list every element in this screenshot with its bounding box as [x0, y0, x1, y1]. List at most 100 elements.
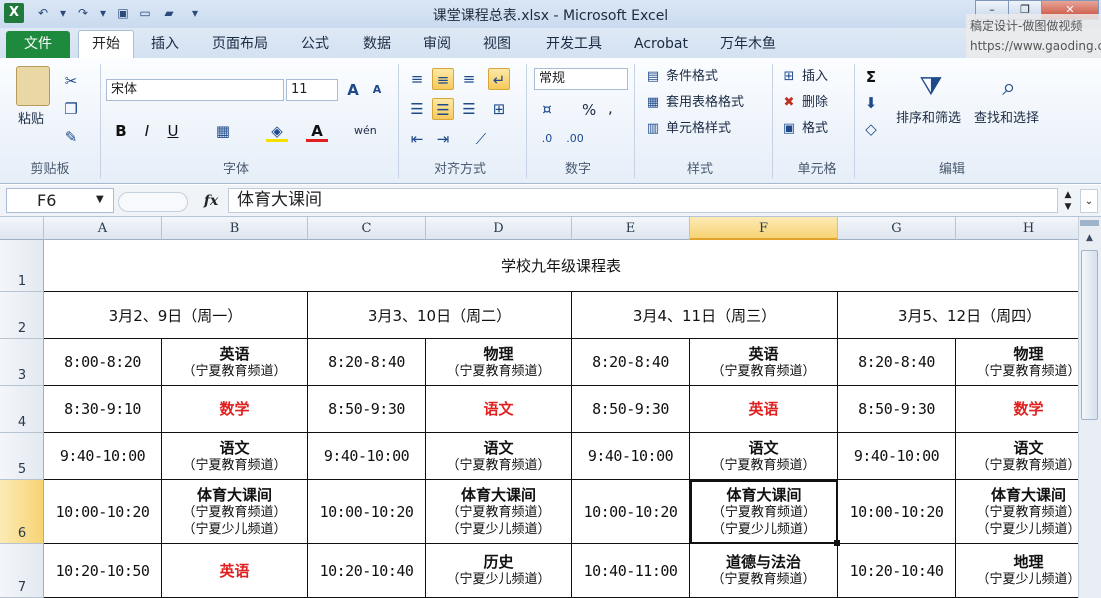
tab-acrobat[interactable]: Acrobat — [624, 31, 698, 58]
format-as-table-button[interactable]: 套用表格格式 — [666, 93, 744, 113]
clear-icon[interactable]: ◇ — [860, 118, 882, 140]
course-cell[interactable]: 体育大课间 （宁夏教育频道） （宁夏少儿频道） — [426, 480, 572, 544]
number-format-select[interactable]: 常规 — [534, 68, 628, 90]
tab-formulas[interactable]: 公式 — [290, 31, 340, 58]
table-format-icon[interactable]: ▦ — [642, 92, 664, 114]
time-cell[interactable]: 8:50-9:30 — [572, 386, 690, 433]
increase-decimal-icon[interactable]: .0 — [536, 128, 558, 150]
split-box-handle[interactable] — [1080, 220, 1099, 226]
time-cell[interactable]: 10:00-10:20 — [44, 480, 162, 544]
course-cell[interactable]: 语文 （宁夏教育频道） — [956, 433, 1078, 480]
name-box-dropdown-icon[interactable]: ▼ — [96, 194, 104, 205]
column-header-f[interactable]: F — [690, 217, 838, 240]
italic-button[interactable]: I — [136, 120, 158, 142]
format-painter-icon[interactable]: ✎ — [60, 126, 82, 148]
tab-review[interactable]: 审阅 — [412, 31, 462, 58]
find-select-icon[interactable]: ⌕ — [992, 70, 1026, 104]
find-select-button[interactable]: 查找和选择 — [974, 109, 1039, 129]
day-header-cell[interactable]: 3月2、9日（周一） — [44, 292, 308, 339]
time-cell[interactable]: 9:40-10:00 — [838, 433, 956, 480]
course-cell[interactable]: 道德与法治 （宁夏教育频道） — [690, 544, 838, 598]
course-cell[interactable]: 数学 — [162, 386, 308, 433]
time-cell[interactable]: 9:40-10:00 — [44, 433, 162, 480]
font-name-select[interactable]: 宋体 — [106, 79, 284, 101]
time-cell[interactable]: 9:40-10:00 — [572, 433, 690, 480]
column-header-d[interactable]: D — [426, 217, 572, 240]
decrease-decimal-icon[interactable]: .00 — [564, 128, 586, 150]
align-left-icon[interactable]: ☰ — [406, 98, 428, 120]
time-cell[interactable]: 8:20-8:40 — [572, 339, 690, 386]
paste-button[interactable]: 粘贴 — [18, 110, 44, 130]
currency-format-icon[interactable]: ¤ — [536, 98, 558, 120]
align-center-icon[interactable]: ☰ — [432, 98, 454, 120]
column-header-g[interactable]: G — [838, 217, 956, 240]
copy-icon[interactable]: ❐ — [60, 98, 82, 120]
fill-icon[interactable]: ⬇ — [860, 92, 882, 114]
insert-button[interactable]: 插入 — [802, 67, 828, 87]
sort-filter-icon[interactable]: ⧩ — [914, 70, 948, 104]
format-button[interactable]: 格式 — [802, 119, 828, 139]
day-header-cell[interactable]: 3月5、12日（周四） — [838, 292, 1078, 339]
cell-styles-button[interactable]: 单元格样式 — [666, 119, 731, 139]
shrink-font-icon[interactable]: A — [366, 79, 388, 101]
course-cell[interactable]: 物理 （宁夏教育频道） — [956, 339, 1078, 386]
select-all-corner[interactable] — [0, 217, 44, 240]
sort-filter-button[interactable]: 排序和筛选 — [896, 109, 961, 129]
course-cell[interactable]: 历史 （宁夏少儿频道） — [426, 544, 572, 598]
orientation-icon[interactable]: ⟋ — [470, 128, 492, 150]
time-cell[interactable]: 8:20-8:40 — [308, 339, 426, 386]
tab-wannian[interactable]: 万年木鱼 — [708, 31, 788, 58]
formula-expand-control[interactable] — [118, 192, 188, 212]
course-cell[interactable]: 体育大课间 （宁夏教育频道） （宁夏少儿频道） — [162, 480, 308, 544]
borders-icon[interactable]: ▦ — [212, 120, 234, 142]
phonetic-wen-icon[interactable]: wén — [354, 121, 377, 141]
row-header-2[interactable]: 2 — [0, 292, 44, 339]
course-cell[interactable]: 英语 （宁夏教育频道） — [162, 339, 308, 386]
course-cell[interactable]: 地理 （宁夏少儿频道） — [956, 544, 1078, 598]
column-header-c[interactable]: C — [308, 217, 426, 240]
cell-styles-icon[interactable]: ▥ — [642, 118, 664, 140]
formula-input[interactable]: 体育大课间 — [228, 188, 1058, 213]
fill-color-icon[interactable]: ◈ — [266, 120, 288, 142]
row-header-4[interactable]: 4 — [0, 386, 44, 433]
conditional-format-button[interactable]: 条件格式 — [666, 67, 718, 87]
course-cell[interactable]: 语文 （宁夏教育频道） — [162, 433, 308, 480]
day-header-cell[interactable]: 3月4、11日（周三） — [572, 292, 838, 339]
time-cell[interactable]: 10:20-10:40 — [308, 544, 426, 598]
tab-data[interactable]: 数据 — [352, 31, 402, 58]
align-right-icon[interactable]: ☰ — [458, 98, 480, 120]
font-color-icon[interactable]: A — [306, 120, 328, 142]
underline-button[interactable]: U — [162, 120, 184, 142]
align-middle-icon[interactable]: ≡ — [432, 68, 454, 90]
insert-function-icon[interactable]: fx — [198, 189, 224, 213]
grow-font-icon[interactable]: A — [342, 79, 364, 101]
bold-button[interactable]: B — [110, 120, 132, 142]
time-cell[interactable]: 8:50-9:30 — [838, 386, 956, 433]
percent-style-button[interactable]: % — [582, 100, 596, 120]
course-cell[interactable]: 语文 （宁夏教育频道） — [690, 433, 838, 480]
row-header-1[interactable]: 1 — [0, 240, 44, 292]
conditional-format-icon[interactable]: ▤ — [642, 66, 664, 88]
course-cell[interactable]: 英语 — [162, 544, 308, 598]
comma-style-button[interactable]: , — [608, 98, 613, 118]
align-top-icon[interactable]: ≡ — [406, 68, 428, 90]
row-header-3[interactable]: 3 — [0, 339, 44, 386]
format-cells-icon[interactable]: ▣ — [778, 118, 800, 140]
row-header-5[interactable]: 5 — [0, 433, 44, 480]
time-cell[interactable]: 9:40-10:00 — [308, 433, 426, 480]
course-cell[interactable]: 物理 （宁夏教育频道） — [426, 339, 572, 386]
wrap-text-icon[interactable]: ↵ — [488, 68, 510, 90]
time-cell[interactable]: 10:20-10:50 — [44, 544, 162, 598]
delete-button[interactable]: 删除 — [802, 93, 828, 113]
time-cell[interactable]: 10:00-10:20 — [838, 480, 956, 544]
cut-icon[interactable]: ✂ — [60, 70, 82, 92]
column-header-h[interactable]: H — [956, 217, 1078, 240]
insert-cells-icon[interactable]: ⊞ — [778, 66, 800, 88]
tab-insert[interactable]: 插入 — [140, 31, 190, 58]
delete-cells-icon[interactable]: ✖ — [778, 92, 800, 114]
expand-formula-bar-icon[interactable]: ⌄ — [1080, 189, 1098, 213]
course-cell[interactable]: 英语 （宁夏教育频道） — [690, 339, 838, 386]
formula-scroll-icon[interactable]: ▲ ▼ — [1060, 189, 1076, 213]
course-cell[interactable]: 语文 （宁夏教育频道） — [426, 433, 572, 480]
tab-view[interactable]: 视图 — [472, 31, 522, 58]
